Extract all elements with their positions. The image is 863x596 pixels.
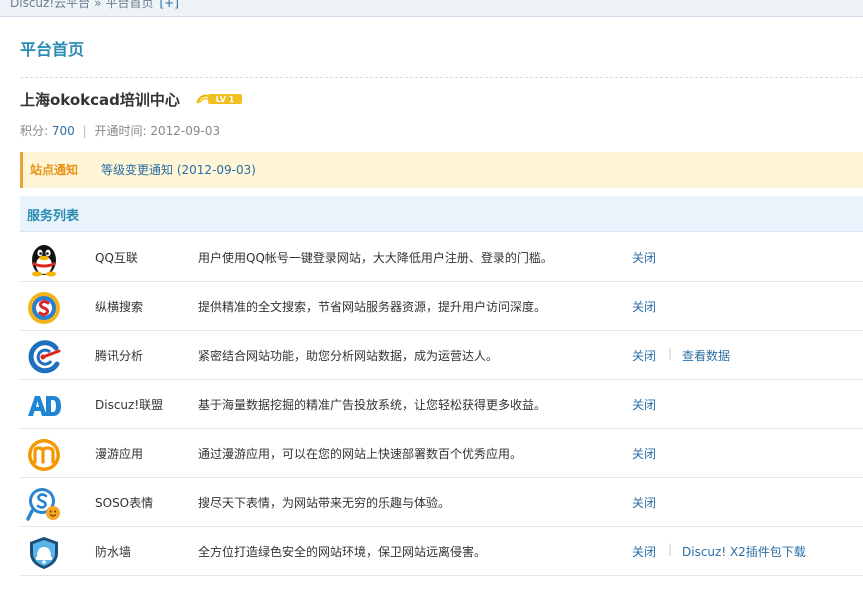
service-row-union: Discuz!联盟 基于海量数据挖掘的精准广告投放系统，让您轻松获得更多收益。 …	[20, 380, 863, 429]
close-service-button[interactable]: 关闭	[632, 543, 656, 560]
service-description: 全方位打造绿色安全的网站环境，保卫网站远离侵害。	[198, 545, 487, 559]
service-name: QQ互联	[95, 251, 138, 265]
service-name: 腾讯分析	[95, 349, 144, 363]
score-value[interactable]: 700	[52, 124, 75, 138]
site-notice: 站点通知 等级变更通知 (2012-09-03)	[20, 152, 863, 188]
service-description: 提供精准的全文搜索，节省网站服务器资源，提升用户访问深度。	[198, 300, 547, 314]
service-name: 纵横搜索	[95, 300, 144, 314]
service-description: 搜尽天下表情，为网站带来无穷的乐趣与体验。	[198, 496, 451, 510]
close-service-button[interactable]: 关闭	[632, 445, 656, 462]
action-separator: |	[668, 346, 673, 360]
service-description: 通过漫游应用，可以在您的网站上快速部署数百个优秀应用。	[198, 447, 523, 461]
close-service-button[interactable]: 关闭	[632, 298, 656, 315]
breadcrumb-root[interactable]: Discuz!云平台	[10, 0, 90, 10]
opened-date: 2012-09-03	[150, 124, 221, 138]
close-service-button[interactable]: 关闭	[632, 396, 656, 413]
service-name: 防水墙	[95, 545, 132, 559]
plugin-download-link[interactable]: Discuz! X2插件包下载	[682, 543, 806, 560]
site-name: 上海okokcad培训中心	[20, 91, 180, 109]
score-label: 积分:	[20, 124, 49, 138]
breadcrumb: Discuz!云平台 » 平台首页 [+]	[10, 0, 179, 11]
service-row-manyou: 漫游应用 通过漫游应用，可以在您的网站上快速部署数百个优秀应用。 关闭	[20, 429, 863, 478]
level-badge-icon: LV 1	[196, 94, 242, 104]
qq-penguin-icon	[32, 245, 56, 277]
service-name: SOSO表情	[95, 496, 154, 510]
service-description: 用户使用QQ帐号一键登录网站，大大降低用户注册、登录的门槛。	[198, 251, 553, 265]
service-row-analytics: 腾讯分析 紧密结合网站功能，助您分析网站数据，成为运营达人。 关闭 | 查看数据	[20, 331, 863, 380]
service-description: 紧密结合网站功能，助您分析网站数据，成为运营达人。	[198, 349, 499, 363]
view-data-link[interactable]: 查看数据	[682, 347, 730, 364]
action-separator: |	[668, 542, 673, 556]
service-list-title: 服务列表	[27, 209, 80, 224]
close-service-button[interactable]: 关闭	[632, 494, 656, 511]
firewall-shield-icon	[30, 537, 58, 569]
soso-emoticon-icon	[26, 488, 60, 521]
breadcrumb-current: 平台首页	[105, 0, 154, 10]
ad-icon	[28, 396, 61, 416]
manyou-app-icon	[28, 439, 60, 471]
zongheng-search-icon	[28, 292, 60, 324]
close-service-button[interactable]: 关闭	[632, 347, 656, 364]
breadcrumb-separator: »	[94, 0, 102, 10]
notice-label: 站点通知	[30, 163, 79, 177]
level-badge-text: LV 1	[216, 95, 235, 104]
service-row-qq: QQ互联 用户使用QQ帐号一键登录网站，大大降低用户注册、登录的门槛。 关闭	[20, 233, 863, 282]
service-name: Discuz!联盟	[95, 398, 164, 412]
service-name: 漫游应用	[95, 447, 144, 461]
site-meta: 积分: 700 | 开通时间: 2012-09-03	[20, 122, 220, 139]
divider	[20, 77, 863, 78]
page-title: 平台首页	[20, 40, 85, 59]
tencent-analytics-icon	[28, 340, 61, 374]
breadcrumb-expand-toggle[interactable]: [+]	[160, 0, 179, 10]
service-row-search: 纵横搜索 提供精准的全文搜索，节省网站服务器资源，提升用户访问深度。 关闭	[20, 282, 863, 331]
breadcrumb-bar: Discuz!云平台 » 平台首页 [+]	[0, 0, 863, 17]
service-row-soso: SOSO表情 搜尽天下表情，为网站带来无穷的乐趣与体验。 关闭	[20, 478, 863, 527]
meta-separator: |	[82, 124, 87, 138]
service-description: 基于海量数据挖掘的精准广告投放系统，让您轻松获得更多收益。	[198, 398, 547, 412]
service-row-firewall: 防水墙 全方位打造绿色安全的网站环境，保卫网站远离侵害。 关闭 | Discuz…	[20, 527, 863, 576]
service-list-header: 服务列表	[20, 196, 863, 232]
opened-label: 开通时间:	[94, 124, 147, 138]
notice-link[interactable]: 等级变更通知 (2012-09-03)	[101, 161, 256, 178]
close-service-button[interactable]: 关闭	[632, 249, 656, 266]
